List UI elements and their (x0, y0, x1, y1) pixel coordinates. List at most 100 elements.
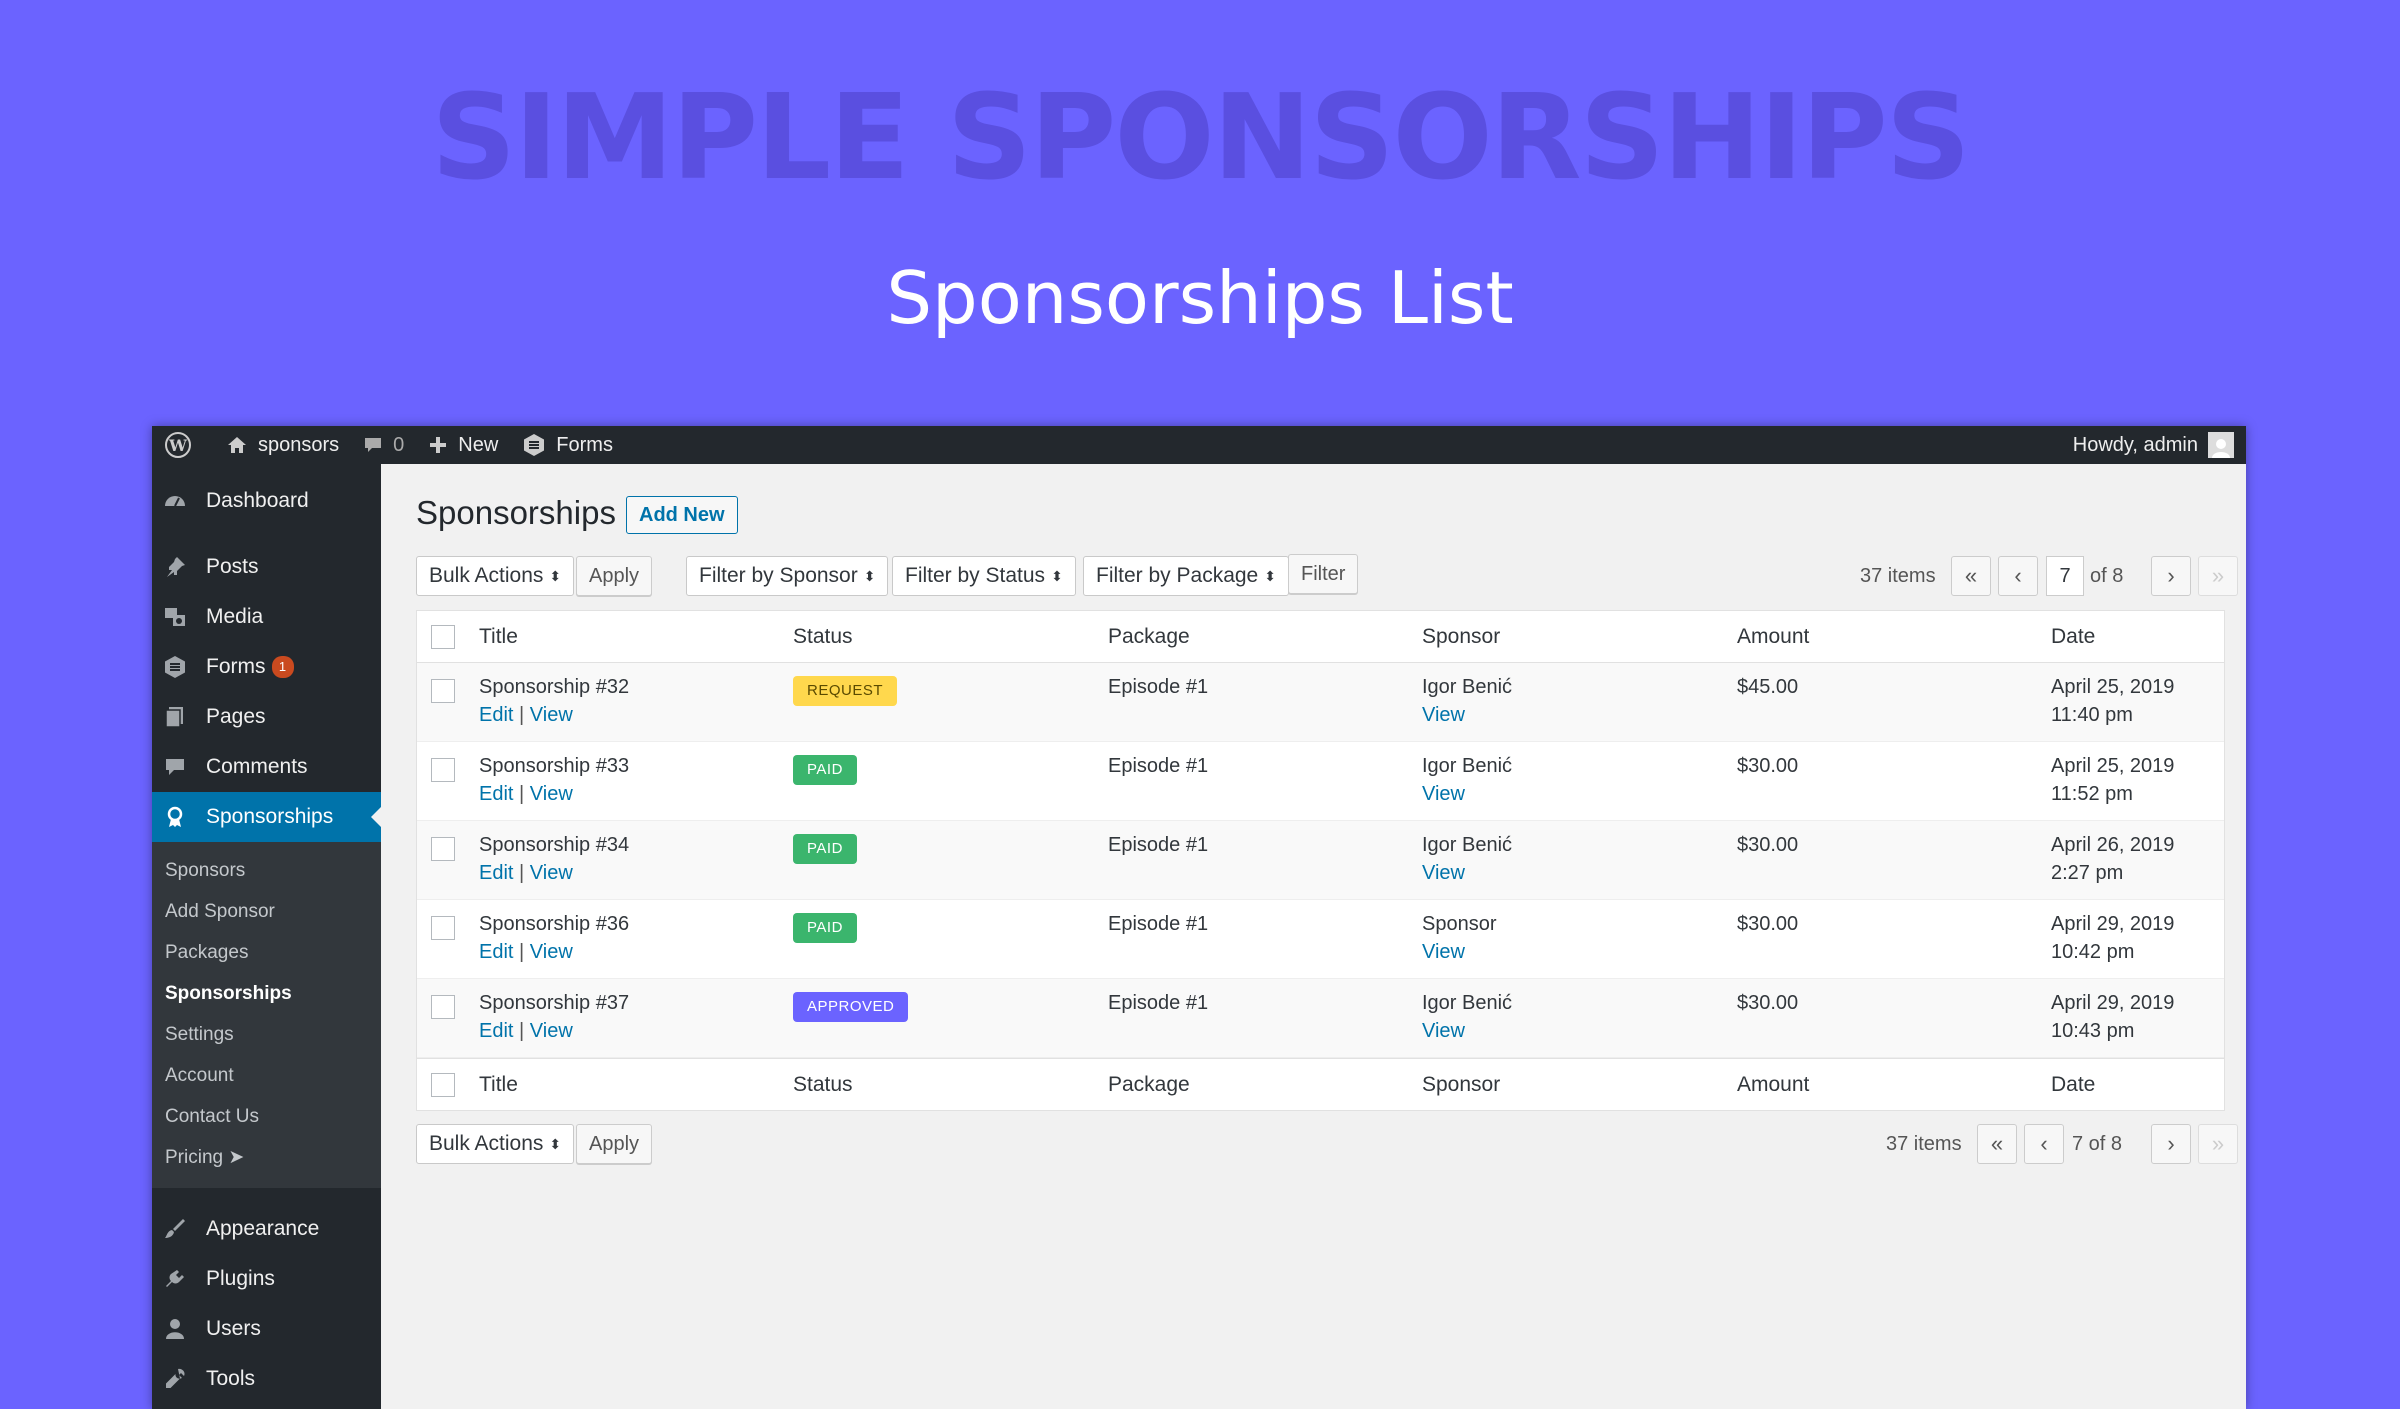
row-time: 11:40 pm (2051, 704, 2133, 726)
forms-label: Forms (556, 433, 613, 456)
table-row: Sponsorship #32 Edit | View REQUEST Episode… (417, 663, 2224, 742)
row-date: April 26, 2019 (2051, 834, 2175, 856)
new-label: New (458, 433, 499, 456)
row-date: April 29, 2019 (2051, 992, 2175, 1014)
submenu-item-settings[interactable]: Settings (152, 1014, 381, 1055)
sidebar-item-appearance[interactable]: Appearance (152, 1204, 381, 1254)
new-content-link[interactable]: New (416, 426, 510, 464)
brush-icon (165, 1219, 185, 1238)
submenu-item-account[interactable]: Account (152, 1055, 381, 1096)
row-edit-link[interactable]: Edit (479, 783, 513, 805)
row-edit-link[interactable]: Edit (479, 1020, 513, 1042)
filter-by-status-select[interactable]: Filter by Status ⬍ (892, 556, 1076, 596)
row-action-separator: | (519, 941, 525, 963)
my-account-link[interactable]: Howdy, admin (2073, 432, 2246, 458)
sidebar-label-users: Users (206, 1317, 261, 1340)
submenu-item-contact-us[interactable]: Contact Us (152, 1096, 381, 1137)
current-page-input[interactable]: 7 (2046, 556, 2084, 596)
sidebar-label-comments: Comments (206, 755, 308, 778)
row-sponsor-view-link[interactable]: View (1422, 701, 1512, 729)
next-page-button-bottom[interactable]: › (2151, 1124, 2191, 1164)
sidebar-item-pages[interactable]: Pages (152, 692, 381, 742)
row-edit-link[interactable]: Edit (479, 704, 513, 726)
submenu-item-sponsorships[interactable]: Sponsorships (152, 973, 381, 1014)
table-row: Sponsorship #34 Edit | View PAID Episode #1… (417, 821, 2224, 900)
column-header-date[interactable]: Date (2051, 623, 2095, 651)
row-sponsor-view-link[interactable]: View (1422, 780, 1512, 808)
filter-button[interactable]: Filter (1288, 554, 1359, 594)
row-edit-link[interactable]: Edit (479, 941, 513, 963)
sidebar-label-dashboard: Dashboard (206, 489, 309, 512)
first-page-button[interactable]: « (1951, 556, 1991, 596)
column-header-status: Status (793, 625, 853, 648)
column-footer-date[interactable]: Date (2051, 1071, 2095, 1099)
apply-button[interactable]: Apply (576, 556, 653, 596)
media-icon (165, 608, 185, 626)
table-row: Sponsorship #36 Edit | View PAID Episode #1… (417, 900, 2224, 979)
sidebar-item-media[interactable]: Media (152, 592, 381, 642)
sidebar-item-plugins[interactable]: Plugins (152, 1254, 381, 1304)
row-sponsor-view-link[interactable]: View (1422, 859, 1512, 887)
sidebar-label-media: Media (206, 605, 264, 628)
first-page-button-bottom[interactable]: « (1977, 1124, 2017, 1164)
filter-by-sponsor-select[interactable]: Filter by Sponsor ⬍ (686, 556, 889, 596)
browser-window: W sponsors 0 New Forms Howdy, admin Dash… (152, 426, 2246, 1409)
row-view-link[interactable]: View (530, 704, 573, 726)
site-name-link[interactable]: sponsors (214, 426, 351, 464)
select-all-checkbox[interactable] (431, 625, 455, 649)
row-sponsor: Igor Benić (1422, 755, 1513, 777)
items-count-bottom: 37 items (1886, 1133, 1962, 1155)
submenu-item-sponsors[interactable]: Sponsors (152, 850, 381, 891)
sidebar-item-posts[interactable]: Posts (152, 542, 381, 592)
plug-icon (166, 1270, 184, 1287)
row-view-link[interactable]: View (530, 862, 573, 884)
wordpress-logo-button[interactable]: W (152, 426, 214, 464)
row-checkbox[interactable] (431, 916, 455, 940)
bulk-actions-select-bottom[interactable]: Bulk Actions ⬍ (416, 1124, 575, 1164)
filter-sponsor-label: Filter by Sponsor (699, 564, 858, 587)
bulk-actions-label: Bulk Actions (429, 1132, 544, 1155)
filter-by-package-select[interactable]: Filter by Package ⬍ (1083, 556, 1289, 596)
row-checkbox[interactable] (431, 679, 455, 703)
prev-page-button-bottom[interactable]: ‹ (2024, 1124, 2064, 1164)
sidebar-item-comments[interactable]: Comments (152, 742, 381, 792)
next-page-button[interactable]: › (2151, 556, 2191, 596)
sidebar-item-forms[interactable]: Forms 1 (152, 642, 381, 692)
row-amount: $30.00 (1737, 834, 1799, 856)
row-view-link[interactable]: View (530, 783, 573, 805)
sidebar-item-dashboard[interactable]: Dashboard (152, 476, 381, 526)
row-time: 10:42 pm (2051, 941, 2135, 963)
table-row: Sponsorship #37 Edit | View APPROVED Episod… (417, 979, 2224, 1058)
submenu-item-pricing[interactable]: Pricing ➤ (152, 1137, 381, 1178)
submenu-item-add-sponsor[interactable]: Add Sponsor (152, 891, 381, 932)
row-view-link[interactable]: View (530, 1020, 573, 1042)
row-edit-link[interactable]: Edit (479, 862, 513, 884)
row-amount: $30.00 (1737, 992, 1799, 1014)
row-checkbox[interactable] (431, 837, 455, 861)
row-view-link[interactable]: View (530, 941, 573, 963)
apply-button-bottom[interactable]: Apply (576, 1124, 653, 1164)
forms-icon (165, 656, 185, 678)
row-time: 10:43 pm (2051, 1020, 2135, 1042)
row-sponsor-view-link[interactable]: View (1422, 938, 1497, 966)
submenu-item-packages[interactable]: Packages (152, 932, 381, 973)
prev-page-button[interactable]: ‹ (1998, 556, 2038, 596)
sidebar-item-sponsorships[interactable]: Sponsorships (152, 792, 381, 842)
row-checkbox[interactable] (431, 995, 455, 1019)
comments-link[interactable]: 0 (351, 426, 416, 464)
add-new-button[interactable]: Add New (626, 496, 738, 534)
sidebar-label-forms: Forms (206, 655, 266, 678)
sidebar-item-tools[interactable]: Tools (152, 1354, 381, 1404)
row-package: Episode #1 (1108, 676, 1209, 698)
column-header-title[interactable]: Title (479, 623, 518, 651)
bulk-actions-select[interactable]: Bulk Actions ⬍ (416, 556, 575, 596)
row-sponsor-view-link[interactable]: View (1422, 1017, 1512, 1045)
comment-icon (365, 438, 382, 452)
forms-link[interactable]: Forms (510, 426, 625, 464)
column-footer-title[interactable]: Title (479, 1071, 518, 1099)
status-badge: PAID (793, 834, 857, 864)
select-all-checkbox-footer[interactable] (431, 1073, 455, 1097)
row-checkbox[interactable] (431, 758, 455, 782)
sidebar-item-users[interactable]: Users (152, 1304, 381, 1354)
dashboard-icon (165, 496, 185, 507)
